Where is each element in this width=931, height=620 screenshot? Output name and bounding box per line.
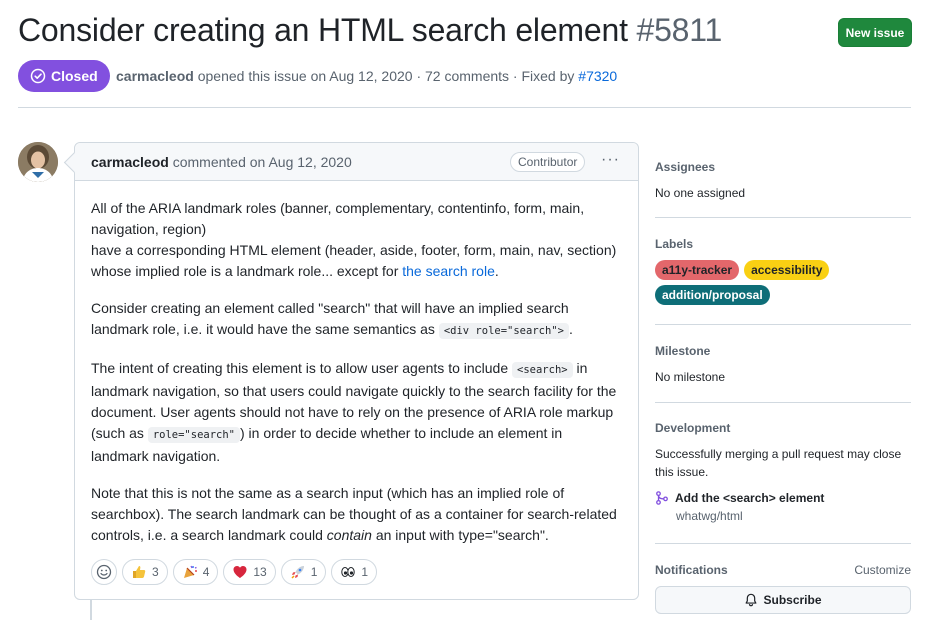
thumbs-up-icon — [133, 566, 146, 578]
comment-body: All of the ARIA landmark roles (banner, … — [91, 198, 621, 562]
issue-author-link[interactable]: carmacleod — [116, 68, 194, 84]
reaction-count: 4 — [202, 565, 210, 579]
code-div-role-search: <div role="search"> — [438, 323, 569, 339]
p1-end: . — [494, 263, 499, 279]
issue-closed-icon — [30, 68, 46, 84]
comment-menu-icon[interactable]: ··· — [601, 151, 620, 169]
linked-pr[interactable]: Add the <search> element — [655, 491, 911, 505]
reaction-eyes[interactable]: 1 — [331, 559, 378, 585]
development-heading[interactable]: Development — [655, 421, 911, 435]
sidebar-divider — [655, 402, 911, 403]
code-role-search: role="search" — [147, 427, 240, 443]
smiley-icon — [96, 564, 112, 580]
code-search: <search> — [512, 362, 573, 378]
label-accessibility[interactable]: accessibility — [744, 260, 830, 280]
reaction-thumbs-up[interactable]: 3 — [122, 559, 168, 585]
p3-text-a: The intent of creating this element is t… — [91, 360, 513, 376]
p1-line1: All of the ARIA landmark roles (banner, … — [91, 200, 585, 237]
contributor-badge: Contributor — [510, 152, 586, 172]
label-a11y-tracker[interactable]: a11y-tracker — [655, 260, 740, 280]
p1-line2: have a corresponding HTML element (heade… — [91, 242, 617, 279]
comment-meta: carmacleod commented on Aug 12, 2020 — [91, 154, 352, 170]
git-merge-icon — [656, 491, 668, 505]
assignees-value: No one assigned — [655, 186, 746, 200]
issue-number: #5811 — [636, 12, 723, 48]
issue-state-label: Closed — [51, 68, 98, 84]
comment-paragraph-4: Note that this is not the same as a sear… — [91, 483, 621, 546]
new-issue-button[interactable]: New issue — [838, 18, 912, 47]
sidebar-labels: Labels a11y-tracker accessibility additi… — [655, 237, 911, 305]
sidebar-notifications: Notifications Customize — [655, 563, 911, 577]
reaction-count: 1 — [361, 565, 369, 579]
header-divider — [18, 107, 911, 108]
linked-pr-title: Add the <search> element — [675, 491, 825, 505]
comment-paragraph-2: Consider creating an element called "sea… — [91, 298, 621, 342]
assignees-heading[interactable]: Assignees — [655, 160, 911, 174]
comment-header: carmacleod commented on Aug 12, 2020 Con… — [75, 143, 638, 181]
tada-icon — [183, 565, 197, 578]
p4-text-b: an input with type="search". — [371, 527, 549, 543]
search-role-link[interactable]: the search role — [402, 263, 495, 279]
milestone-heading[interactable]: Milestone — [655, 344, 911, 358]
development-text: Successfully merging a pull request may … — [655, 447, 902, 479]
comment-paragraph-3: The intent of creating this element is t… — [91, 358, 621, 467]
reaction-count: 1 — [310, 565, 318, 579]
reaction-rocket[interactable]: 1 — [280, 559, 327, 585]
comment-box: carmacleod commented on Aug 12, 2020 Con… — [74, 142, 639, 600]
subscribe-label: Subscribe — [763, 593, 822, 607]
rocket-icon — [291, 566, 304, 579]
sidebar-divider — [655, 324, 911, 325]
p2-end: . — [568, 321, 573, 337]
reactions-bar: 3 4 13 1 1 — [91, 559, 378, 585]
sidebar-divider — [655, 543, 911, 544]
reaction-heart[interactable]: 13 — [223, 559, 276, 585]
milestone-value: No milestone — [655, 370, 726, 384]
label-addition-proposal[interactable]: addition/proposal — [655, 285, 770, 305]
comment-action: commented on Aug 12, 2020 — [168, 154, 352, 170]
labels-list: a11y-tracker accessibility addition/prop… — [655, 260, 835, 305]
fixed-by-link[interactable]: #7320 — [578, 68, 617, 84]
reaction-tada[interactable]: 4 — [172, 559, 219, 585]
issue-meta-text: opened this issue on Aug 12, 2020 · 72 c… — [193, 68, 579, 84]
reaction-count: 13 — [253, 565, 267, 579]
add-reaction-button[interactable] — [91, 559, 117, 585]
issue-title: Consider creating an HTML search element… — [18, 12, 722, 49]
avatar[interactable] — [18, 142, 58, 182]
comment-paragraph-1: All of the ARIA landmark roles (banner, … — [91, 198, 621, 282]
eyes-icon — [341, 567, 356, 577]
linked-pr-repo: whatwg/html — [676, 509, 743, 523]
sidebar-milestone: Milestone No milestone — [655, 344, 911, 386]
p4-emphasis: contain — [326, 527, 372, 543]
issue-meta: carmacleod opened this issue on Aug 12, … — [116, 68, 617, 84]
customize-link[interactable]: Customize — [854, 563, 911, 577]
sidebar-development: Development Successfully merging a pull … — [655, 421, 911, 523]
issue-title-text: Consider creating an HTML search element — [18, 12, 628, 48]
reaction-count: 3 — [152, 565, 159, 579]
issue-state-badge: Closed — [18, 60, 110, 92]
sidebar-divider — [655, 217, 911, 218]
subscribe-button[interactable]: Subscribe — [655, 586, 911, 614]
labels-heading[interactable]: Labels — [655, 237, 911, 251]
comment-author[interactable]: carmacleod — [91, 154, 169, 170]
sidebar-assignees: Assignees No one assigned — [655, 160, 911, 202]
timeline-line — [90, 600, 92, 620]
bell-icon — [746, 593, 757, 607]
heart-icon — [233, 566, 247, 578]
